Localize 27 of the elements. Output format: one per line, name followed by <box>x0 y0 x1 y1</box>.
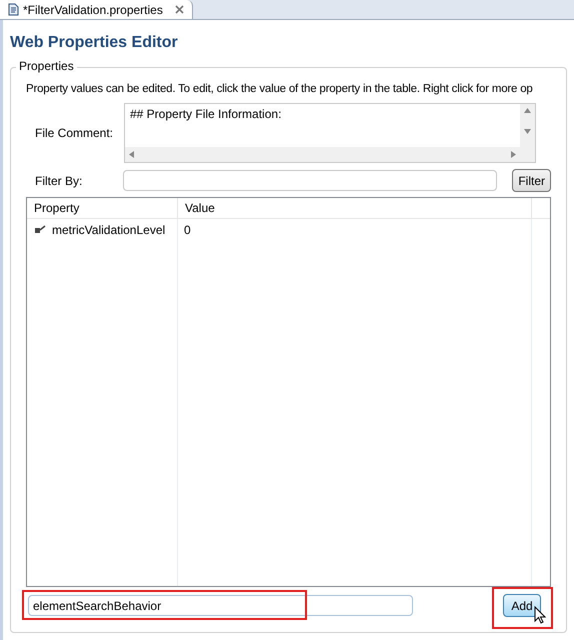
add-button[interactable]: Add <box>503 594 541 618</box>
editor-title: Web Properties Editor <box>10 33 179 53</box>
scroll-left-icon[interactable] <box>129 151 134 158</box>
scroll-right-icon[interactable] <box>511 151 516 158</box>
vertical-scrollbar[interactable] <box>520 104 535 162</box>
tab-title: *FilterValidation.properties <box>23 2 163 18</box>
property-name-field[interactable]: elementSearchBehavior <box>28 595 413 616</box>
filter-button[interactable]: Filter <box>512 169 551 192</box>
table-cell-text: metricValidationLevel <box>52 222 166 239</box>
table-cell[interactable]: 0 <box>184 220 191 239</box>
filter-field[interactable] <box>123 170 498 192</box>
comment-text: ## Property File Information: <box>130 107 282 122</box>
editor-tab[interactable]: *FilterValidation.properties <box>0 0 193 19</box>
comment-field[interactable]: ## Property File Information: <box>124 103 536 164</box>
field-label: File Comment: <box>34 125 114 142</box>
key-icon <box>34 224 47 235</box>
cursor-icon <box>534 606 546 624</box>
scroll-up-icon[interactable] <box>524 108 531 114</box>
column-header[interactable]: Value <box>178 198 532 218</box>
file-icon <box>8 3 19 16</box>
column-header[interactable]: Property <box>27 198 178 218</box>
scroll-down-icon[interactable] <box>524 129 531 134</box>
horizontal-scrollbar[interactable] <box>125 147 520 162</box>
group-title: Properties <box>16 60 77 72</box>
description-text: Property values can be edited. To edit, click the value of the property in the table. Right click for more op <box>26 82 534 97</box>
field-label: Filter By: <box>34 172 84 190</box>
close-icon[interactable] <box>174 5 184 14</box>
